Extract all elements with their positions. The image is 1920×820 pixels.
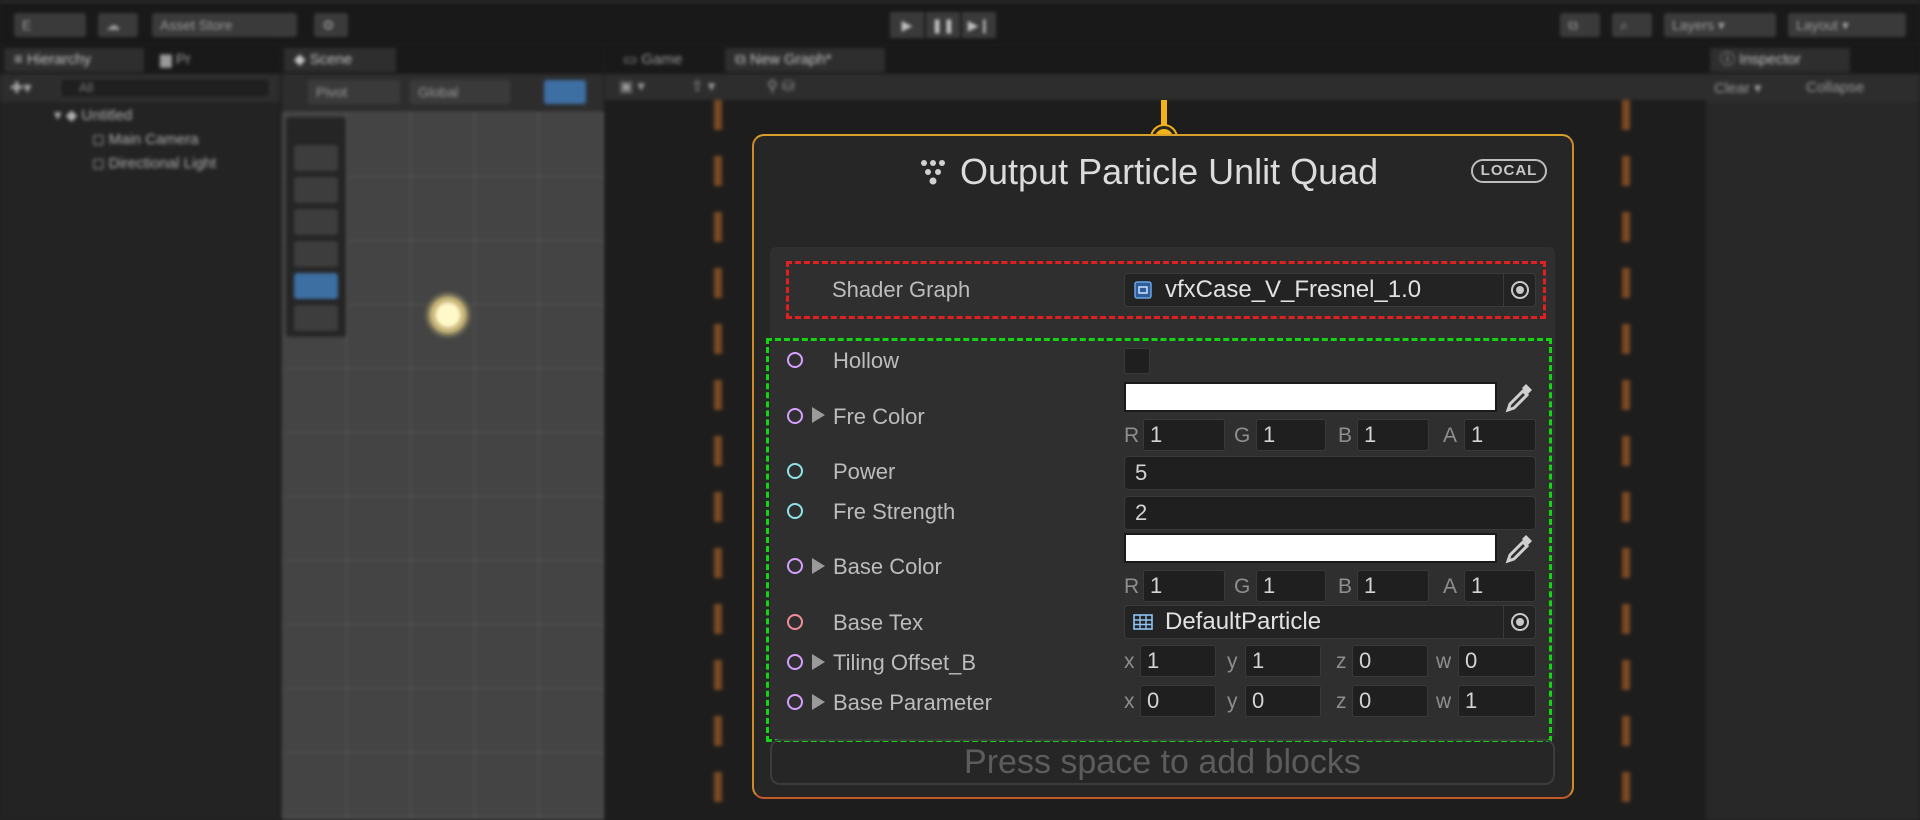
play-controls: ▶ ❚❚ ▶❙ [890,12,996,38]
tab-new-graph[interactable]: ⧉ New Graph* [725,48,885,72]
project-tab-label: Pr [175,51,191,68]
new-graph-tab-label: New Graph* [749,51,832,68]
game-tab-label: Game [641,51,683,68]
rect-tool-button[interactable] [294,273,338,299]
tab-hierarchy[interactable]: ≡ Hierarchy [4,48,144,72]
node-title: Output Particle Unlit Quad [960,151,1379,192]
system-boundary-right [1622,100,1630,820]
directional-light-label: Directional Light [108,155,217,172]
scene-tab-label: Scene [309,51,353,68]
search-button[interactable]: ⌕ [1612,13,1652,37]
step-button[interactable]: ▶❙ [962,12,996,38]
layout-dropdown[interactable]: Layout ▾ [1788,13,1906,37]
space-badge[interactable]: LOCAL [1471,159,1547,183]
tab-game[interactable]: ▭ Game [613,48,713,72]
cloud-button[interactable]: ☁ [98,13,138,37]
tab-scene[interactable]: ◆ Scene [284,48,396,72]
console-toolbar: Clear ▾ Collapse [1706,74,1920,102]
tab-project[interactable]: ▆ Pr [150,48,250,72]
scene-tabbar: ◆ Scene [282,44,604,74]
particle-output-icon [921,160,945,185]
attach-icon[interactable]: ⇪ ▾ [691,77,715,95]
hierarchy-item-main-camera[interactable]: ◻ Main Camera [92,130,199,148]
clear-button[interactable]: Clear ▾ [1714,79,1762,97]
hand-tool-button[interactable] [294,145,338,171]
system-boundary-left [714,100,722,820]
global-dropdown[interactable]: Global [410,80,510,104]
graph-toolbar: ▣ ▾ ⇪ ▾ ⚲ ⛁ [605,74,1706,100]
grid-snap-button[interactable] [544,80,586,104]
inspector-tab-label: Inspector [1739,51,1801,68]
account-dropdown[interactable]: E [14,13,86,37]
main-toolbar: E ☁ Asset Store ⚙ ▶ ❚❚ ▶❙ ⧉ ⌕ Layers ▾ L… [0,0,1920,44]
account-label: E [22,17,32,33]
layers-dropdown[interactable]: Layers ▾ [1664,13,1776,37]
asset-store-label: Asset Store [160,17,233,33]
collapse-label: Collapse [1806,79,1865,96]
collapse-button[interactable]: Collapse [1806,79,1864,96]
global-label: Global [418,84,459,100]
main-camera-label: Main Camera [108,131,199,148]
scene-toolbar: Pivot Global [282,74,604,112]
scene-tools-overlay [286,117,346,337]
layers-label: Layers [1672,17,1715,33]
properties-highlight-box [766,338,1552,742]
hierarchy-search-input[interactable]: All [60,78,270,98]
graph-tabbar: ▭ Game ⧉ New Graph* [605,44,1706,74]
hierarchy-tab-label: Hierarchy [26,51,92,68]
rotate-tool-button[interactable] [294,209,338,235]
inspector-tabbar: ⓘ Inspector [1706,44,1920,74]
scene-root-item[interactable]: ▾ ◆ Untitled [54,106,132,124]
add-blocks-area[interactable]: Press space to add blocks [770,739,1555,785]
scene-name-label: Untitled [81,107,133,124]
asset-store-button[interactable]: Asset Store [152,13,297,37]
inspector-panel [1706,44,1920,820]
lock-icon[interactable]: ⚲ ⛁ [767,77,795,95]
hierarchy-tabbar: ≡ Hierarchy ▆ Pr [0,44,280,74]
shader-graph-highlight-box [786,261,1546,319]
directional-light-gizmo-icon[interactable] [420,287,476,343]
hierarchy-search-placeholder: All [79,80,94,95]
settings-button[interactable]: ⚙ [314,13,348,37]
tab-inspector[interactable]: ⓘ Inspector [1710,48,1850,72]
collab-button[interactable]: ⧉ [1560,13,1600,37]
move-tool-button[interactable] [294,177,338,203]
pivot-dropdown[interactable]: Pivot [308,80,400,104]
layout-label: Layout [1796,17,1839,33]
play-button[interactable]: ▶ [890,12,924,38]
add-icon[interactable]: ✚▾ [10,78,31,98]
hierarchy-item-directional-light[interactable]: ◻ Directional Light [92,154,216,172]
save-icon[interactable]: ▣ ▾ [619,77,645,95]
clear-label: Clear [1714,80,1750,97]
hierarchy-toolbar: ✚▾ All [0,74,280,102]
pivot-label: Pivot [316,84,348,100]
pause-button[interactable]: ❚❚ [926,12,960,38]
scale-tool-button[interactable] [294,241,338,267]
transform-tool-button[interactable] [294,305,338,331]
